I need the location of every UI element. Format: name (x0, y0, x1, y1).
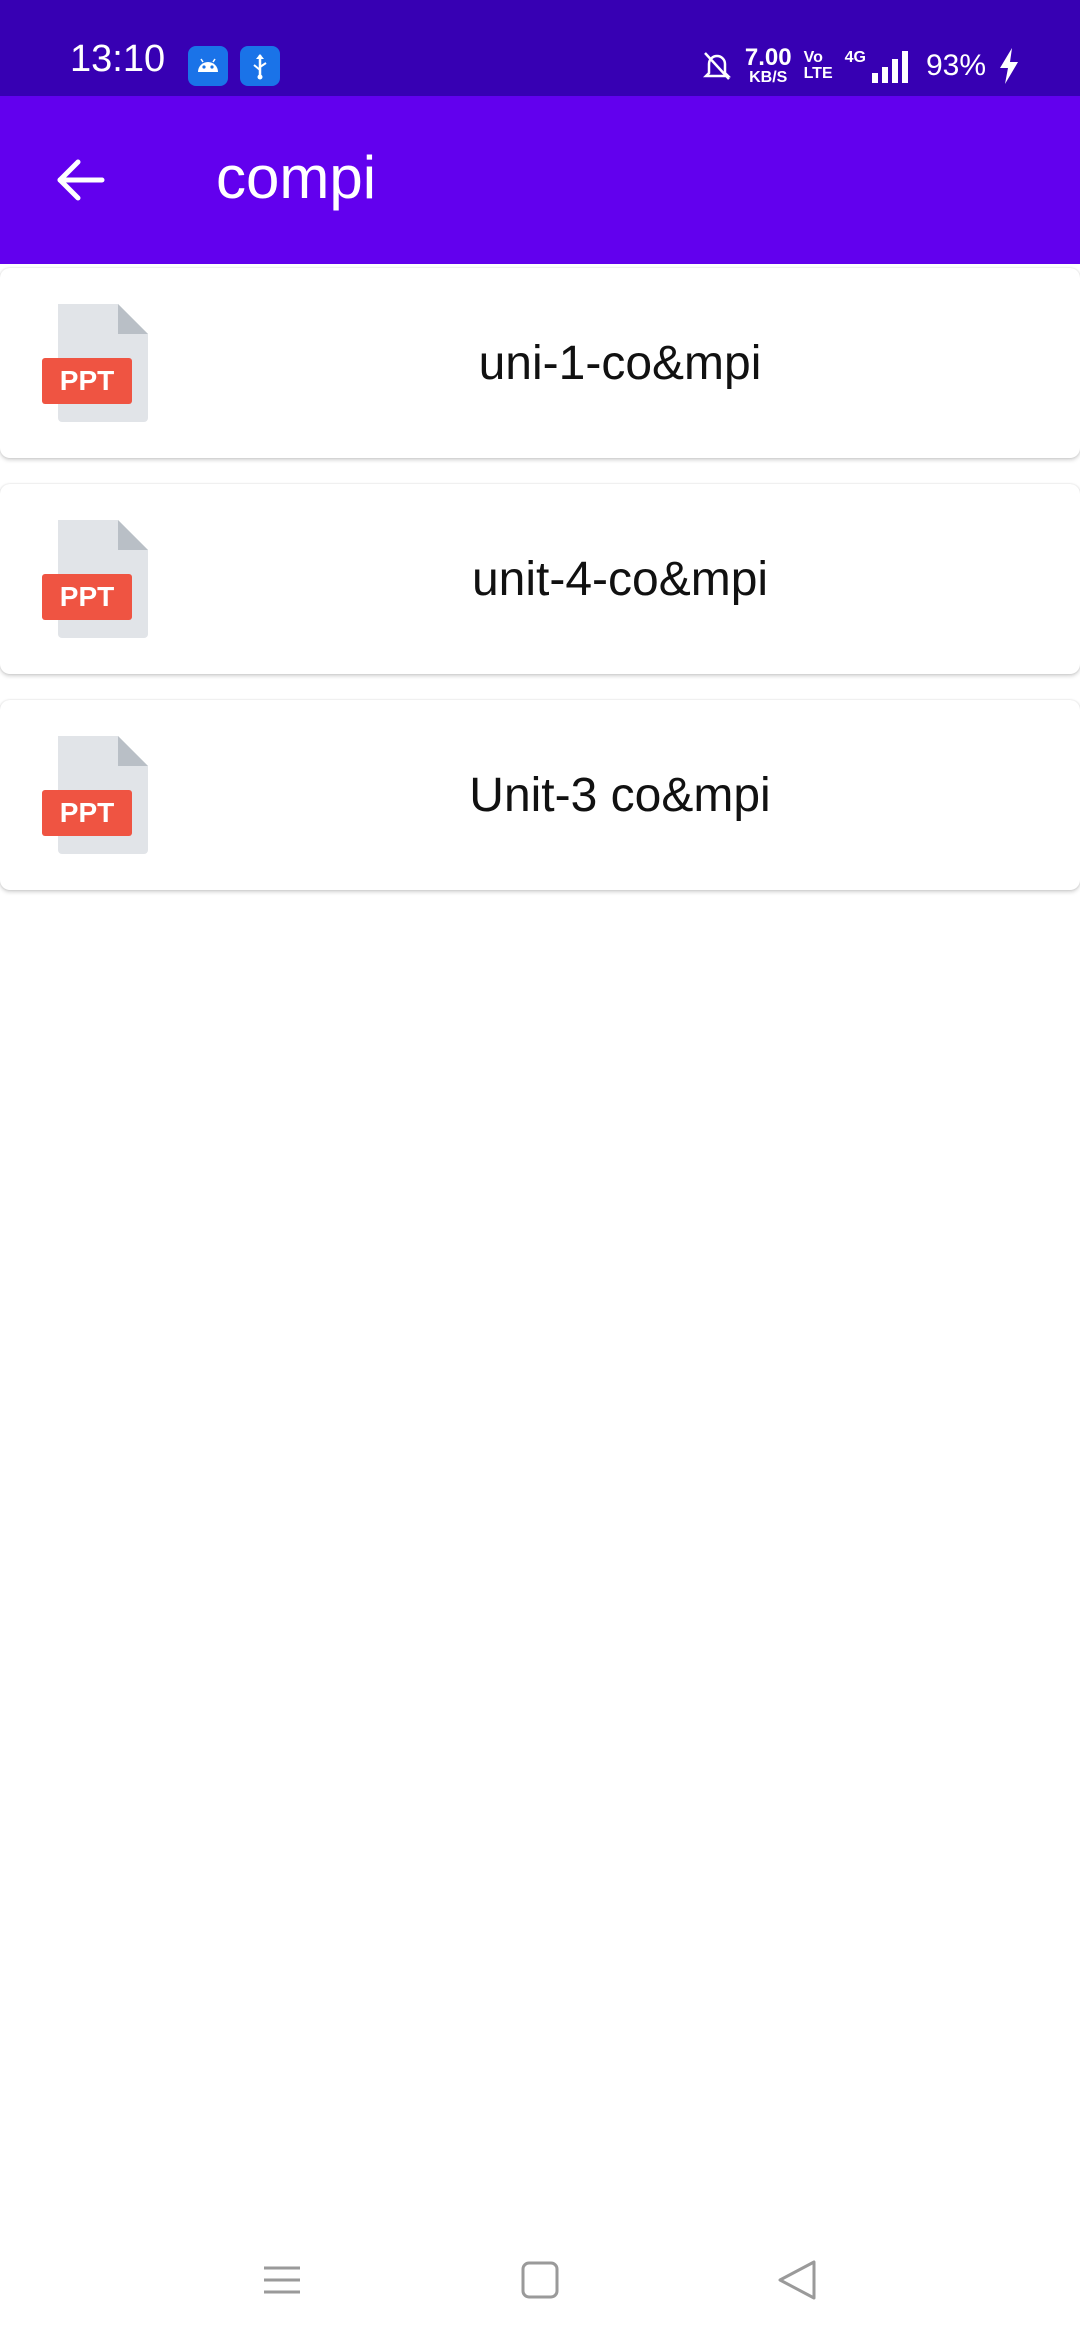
recent-apps-icon (264, 2266, 300, 2294)
network-type: 4G (844, 49, 866, 66)
status-time: 13:10 (70, 38, 166, 80)
file-name: uni-1-co&mpi (478, 336, 762, 390)
file-item[interactable]: PPT uni-1-co&mpi (0, 268, 1080, 458)
back-triangle-icon (778, 2260, 816, 2300)
signal-icon: 4G (845, 49, 914, 83)
volte-indicator: Vo LTE (804, 50, 833, 82)
speed-value: 7.00 (744, 44, 792, 71)
battery-level: 93% (925, 49, 986, 82)
ppt-file-icon: PPT (42, 736, 148, 854)
file-type-badge: PPT (60, 365, 114, 396)
app-bar: compi (0, 96, 1080, 264)
back-button[interactable] (40, 140, 120, 220)
file-item[interactable]: PPT unit-4-co&mpi (0, 484, 1080, 674)
mute-bell-icon (702, 52, 731, 80)
speed-unit: KB/S (749, 69, 788, 86)
system-nav-bar (0, 2220, 1080, 2340)
charging-bolt-icon (1000, 48, 1018, 84)
file-type-badge: PPT (60, 797, 114, 828)
network-speed: 7.00 KB/S (745, 46, 792, 86)
usb-icon (240, 46, 280, 86)
home-button[interactable] (500, 2240, 580, 2320)
file-name: unit-4-co&mpi (471, 552, 769, 606)
android-icon (188, 46, 228, 86)
recent-apps-button[interactable] (242, 2240, 322, 2320)
volte-top: Vo (803, 49, 823, 66)
nav-back-button[interactable] (758, 2240, 838, 2320)
file-type-badge: PPT (60, 581, 114, 612)
ppt-file-icon: PPT (42, 520, 148, 638)
file-item[interactable]: PPT Unit-3 co&mpi (0, 700, 1080, 890)
page-title: compi (216, 144, 377, 211)
status-bar: 13:10 7.00 KB/S Vo LTE 4G 93% (0, 0, 1080, 96)
ppt-file-icon: PPT (42, 304, 148, 422)
volte-bottom: LTE (803, 65, 833, 82)
file-name: Unit-3 co&mpi (469, 768, 771, 822)
status-icons: 7.00 KB/S Vo LTE 4G 93% (701, 42, 1020, 90)
home-icon (521, 2261, 559, 2299)
arrow-back-icon (57, 159, 105, 201)
